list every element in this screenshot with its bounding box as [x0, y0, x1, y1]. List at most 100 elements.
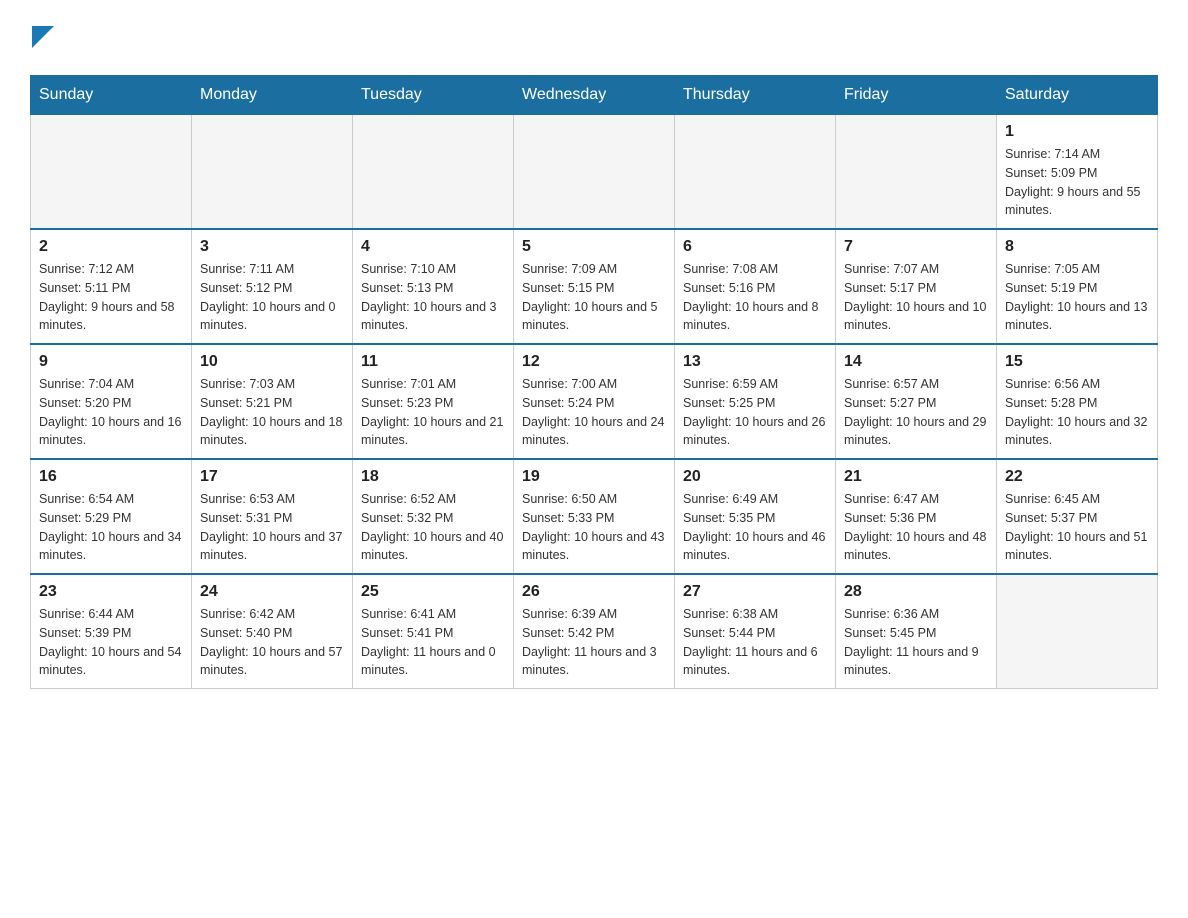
calendar-cell: 21 Sunrise: 6:47 AM Sunset: 5:36 PM Dayli…	[836, 459, 997, 574]
day-number: 20	[683, 468, 827, 486]
day-info: Sunrise: 7:00 AM Sunset: 5:24 PM Dayligh…	[522, 375, 666, 450]
logo	[30, 20, 54, 55]
day-info: Sunrise: 7:09 AM Sunset: 5:15 PM Dayligh…	[522, 260, 666, 335]
calendar-cell: 27 Sunrise: 6:38 AM Sunset: 5:44 PM Dayli…	[675, 574, 836, 689]
day-number: 25	[361, 583, 505, 601]
day-info: Sunrise: 7:05 AM Sunset: 5:19 PM Dayligh…	[1005, 260, 1149, 335]
day-number: 3	[200, 238, 344, 256]
day-number: 12	[522, 353, 666, 371]
calendar-cell: 7Sunrise: 7:07 AM Sunset: 5:17 PM Daylig…	[836, 229, 997, 344]
calendar-cell: 18 Sunrise: 6:52 AM Sunset: 5:32 PM Dayli…	[353, 459, 514, 574]
header-monday: Monday	[192, 76, 353, 115]
day-number: 17	[200, 468, 344, 486]
day-info: Sunrise: 6:47 AM Sunset: 5:36 PM Dayligh…	[844, 490, 988, 565]
calendar-cell: 16 Sunrise: 6:54 AM Sunset: 5:29 PM Dayli…	[31, 459, 192, 574]
day-info: Sunrise: 6:36 AM Sunset: 5:45 PM Dayligh…	[844, 605, 988, 680]
day-info: Sunrise: 6:59 AM Sunset: 5:25 PM Dayligh…	[683, 375, 827, 450]
day-number: 24	[200, 583, 344, 601]
calendar-cell	[836, 115, 997, 230]
day-info: Sunrise: 7:03 AM Sunset: 5:21 PM Dayligh…	[200, 375, 344, 450]
day-number: 4	[361, 238, 505, 256]
calendar-cell: 23Sunrise: 6:44 AM Sunset: 5:39 PM Dayli…	[31, 574, 192, 689]
header-friday: Friday	[836, 76, 997, 115]
day-number: 21	[844, 468, 988, 486]
day-info: Sunrise: 6:42 AM Sunset: 5:40 PM Dayligh…	[200, 605, 344, 680]
calendar-cell: 5 Sunrise: 7:09 AM Sunset: 5:15 PM Daylig…	[514, 229, 675, 344]
calendar-cell: 4 Sunrise: 7:10 AM Sunset: 5:13 PM Daylig…	[353, 229, 514, 344]
calendar-cell: 24 Sunrise: 6:42 AM Sunset: 5:40 PM Dayli…	[192, 574, 353, 689]
calendar-cell	[192, 115, 353, 230]
day-number: 26	[522, 583, 666, 601]
calendar-cell	[31, 115, 192, 230]
day-number: 18	[361, 468, 505, 486]
day-info: Sunrise: 7:04 AM Sunset: 5:20 PM Dayligh…	[39, 375, 183, 450]
day-info: Sunrise: 7:12 AM Sunset: 5:11 PM Dayligh…	[39, 260, 183, 335]
calendar-cell: 3 Sunrise: 7:11 AM Sunset: 5:12 PM Daylig…	[192, 229, 353, 344]
calendar-cell: 22Sunrise: 6:45 AM Sunset: 5:37 PM Dayli…	[997, 459, 1158, 574]
day-info: Sunrise: 7:10 AM Sunset: 5:13 PM Dayligh…	[361, 260, 505, 335]
day-info: Sunrise: 6:53 AM Sunset: 5:31 PM Dayligh…	[200, 490, 344, 565]
day-info: Sunrise: 6:44 AM Sunset: 5:39 PM Dayligh…	[39, 605, 183, 680]
day-number: 19	[522, 468, 666, 486]
calendar-cell: 11 Sunrise: 7:01 AM Sunset: 5:23 PM Dayli…	[353, 344, 514, 459]
day-number: 16	[39, 468, 183, 486]
calendar-cell: 6 Sunrise: 7:08 AM Sunset: 5:16 PM Daylig…	[675, 229, 836, 344]
day-info: Sunrise: 6:39 AM Sunset: 5:42 PM Dayligh…	[522, 605, 666, 680]
page-header	[30, 20, 1158, 55]
calendar-cell: 26 Sunrise: 6:39 AM Sunset: 5:42 PM Dayli…	[514, 574, 675, 689]
day-info: Sunrise: 6:38 AM Sunset: 5:44 PM Dayligh…	[683, 605, 827, 680]
day-number: 5	[522, 238, 666, 256]
day-info: Sunrise: 7:14 AM Sunset: 5:09 PM Dayligh…	[1005, 145, 1149, 220]
calendar-cell: 9 Sunrise: 7:04 AM Sunset: 5:20 PM Daylig…	[31, 344, 192, 459]
header-wednesday: Wednesday	[514, 76, 675, 115]
calendar-cell	[353, 115, 514, 230]
calendar-week-row: 2 Sunrise: 7:12 AM Sunset: 5:11 PM Daylig…	[31, 229, 1158, 344]
day-info: Sunrise: 7:08 AM Sunset: 5:16 PM Dayligh…	[683, 260, 827, 335]
day-number: 11	[361, 353, 505, 371]
calendar-cell: 1 Sunrise: 7:14 AM Sunset: 5:09 PM Daylig…	[997, 115, 1158, 230]
day-number: 1	[1005, 123, 1149, 141]
day-number: 7	[844, 238, 988, 256]
calendar-cell: 14Sunrise: 6:57 AM Sunset: 5:27 PM Dayli…	[836, 344, 997, 459]
day-info: Sunrise: 6:52 AM Sunset: 5:32 PM Dayligh…	[361, 490, 505, 565]
calendar-cell	[675, 115, 836, 230]
calendar-cell	[997, 574, 1158, 689]
calendar-week-row: 1 Sunrise: 7:14 AM Sunset: 5:09 PM Daylig…	[31, 115, 1158, 230]
day-number: 9	[39, 353, 183, 371]
calendar-cell: 25 Sunrise: 6:41 AM Sunset: 5:41 PM Dayli…	[353, 574, 514, 689]
day-info: Sunrise: 6:45 AM Sunset: 5:37 PM Dayligh…	[1005, 490, 1149, 565]
calendar-cell: 17 Sunrise: 6:53 AM Sunset: 5:31 PM Dayli…	[192, 459, 353, 574]
calendar-cell: 13 Sunrise: 6:59 AM Sunset: 5:25 PM Dayli…	[675, 344, 836, 459]
logo-arrow-icon	[32, 26, 54, 48]
day-number: 28	[844, 583, 988, 601]
header-tuesday: Tuesday	[353, 76, 514, 115]
calendar-week-row: 9 Sunrise: 7:04 AM Sunset: 5:20 PM Daylig…	[31, 344, 1158, 459]
day-info: Sunrise: 6:49 AM Sunset: 5:35 PM Dayligh…	[683, 490, 827, 565]
day-number: 2	[39, 238, 183, 256]
day-info: Sunrise: 7:01 AM Sunset: 5:23 PM Dayligh…	[361, 375, 505, 450]
day-number: 13	[683, 353, 827, 371]
calendar-cell: 10 Sunrise: 7:03 AM Sunset: 5:21 PM Dayli…	[192, 344, 353, 459]
day-info: Sunrise: 7:11 AM Sunset: 5:12 PM Dayligh…	[200, 260, 344, 335]
day-number: 27	[683, 583, 827, 601]
day-number: 10	[200, 353, 344, 371]
day-info: Sunrise: 6:54 AM Sunset: 5:29 PM Dayligh…	[39, 490, 183, 565]
header-thursday: Thursday	[675, 76, 836, 115]
calendar-cell	[514, 115, 675, 230]
calendar-week-row: 16 Sunrise: 6:54 AM Sunset: 5:29 PM Dayli…	[31, 459, 1158, 574]
day-number: 8	[1005, 238, 1149, 256]
day-number: 15	[1005, 353, 1149, 371]
header-saturday: Saturday	[997, 76, 1158, 115]
weekday-header-row: Sunday Monday Tuesday Wednesday Thursday…	[31, 76, 1158, 115]
day-number: 14	[844, 353, 988, 371]
day-info: Sunrise: 6:41 AM Sunset: 5:41 PM Dayligh…	[361, 605, 505, 680]
calendar-cell: 19 Sunrise: 6:50 AM Sunset: 5:33 PM Dayli…	[514, 459, 675, 574]
calendar-cell: 20 Sunrise: 6:49 AM Sunset: 5:35 PM Dayli…	[675, 459, 836, 574]
day-info: Sunrise: 6:50 AM Sunset: 5:33 PM Dayligh…	[522, 490, 666, 565]
calendar-cell: 15Sunrise: 6:56 AM Sunset: 5:28 PM Dayli…	[997, 344, 1158, 459]
calendar-table: Sunday Monday Tuesday Wednesday Thursday…	[30, 75, 1158, 689]
day-number: 6	[683, 238, 827, 256]
calendar-cell: 2 Sunrise: 7:12 AM Sunset: 5:11 PM Daylig…	[31, 229, 192, 344]
calendar-cell: 8 Sunrise: 7:05 AM Sunset: 5:19 PM Daylig…	[997, 229, 1158, 344]
header-sunday: Sunday	[31, 76, 192, 115]
